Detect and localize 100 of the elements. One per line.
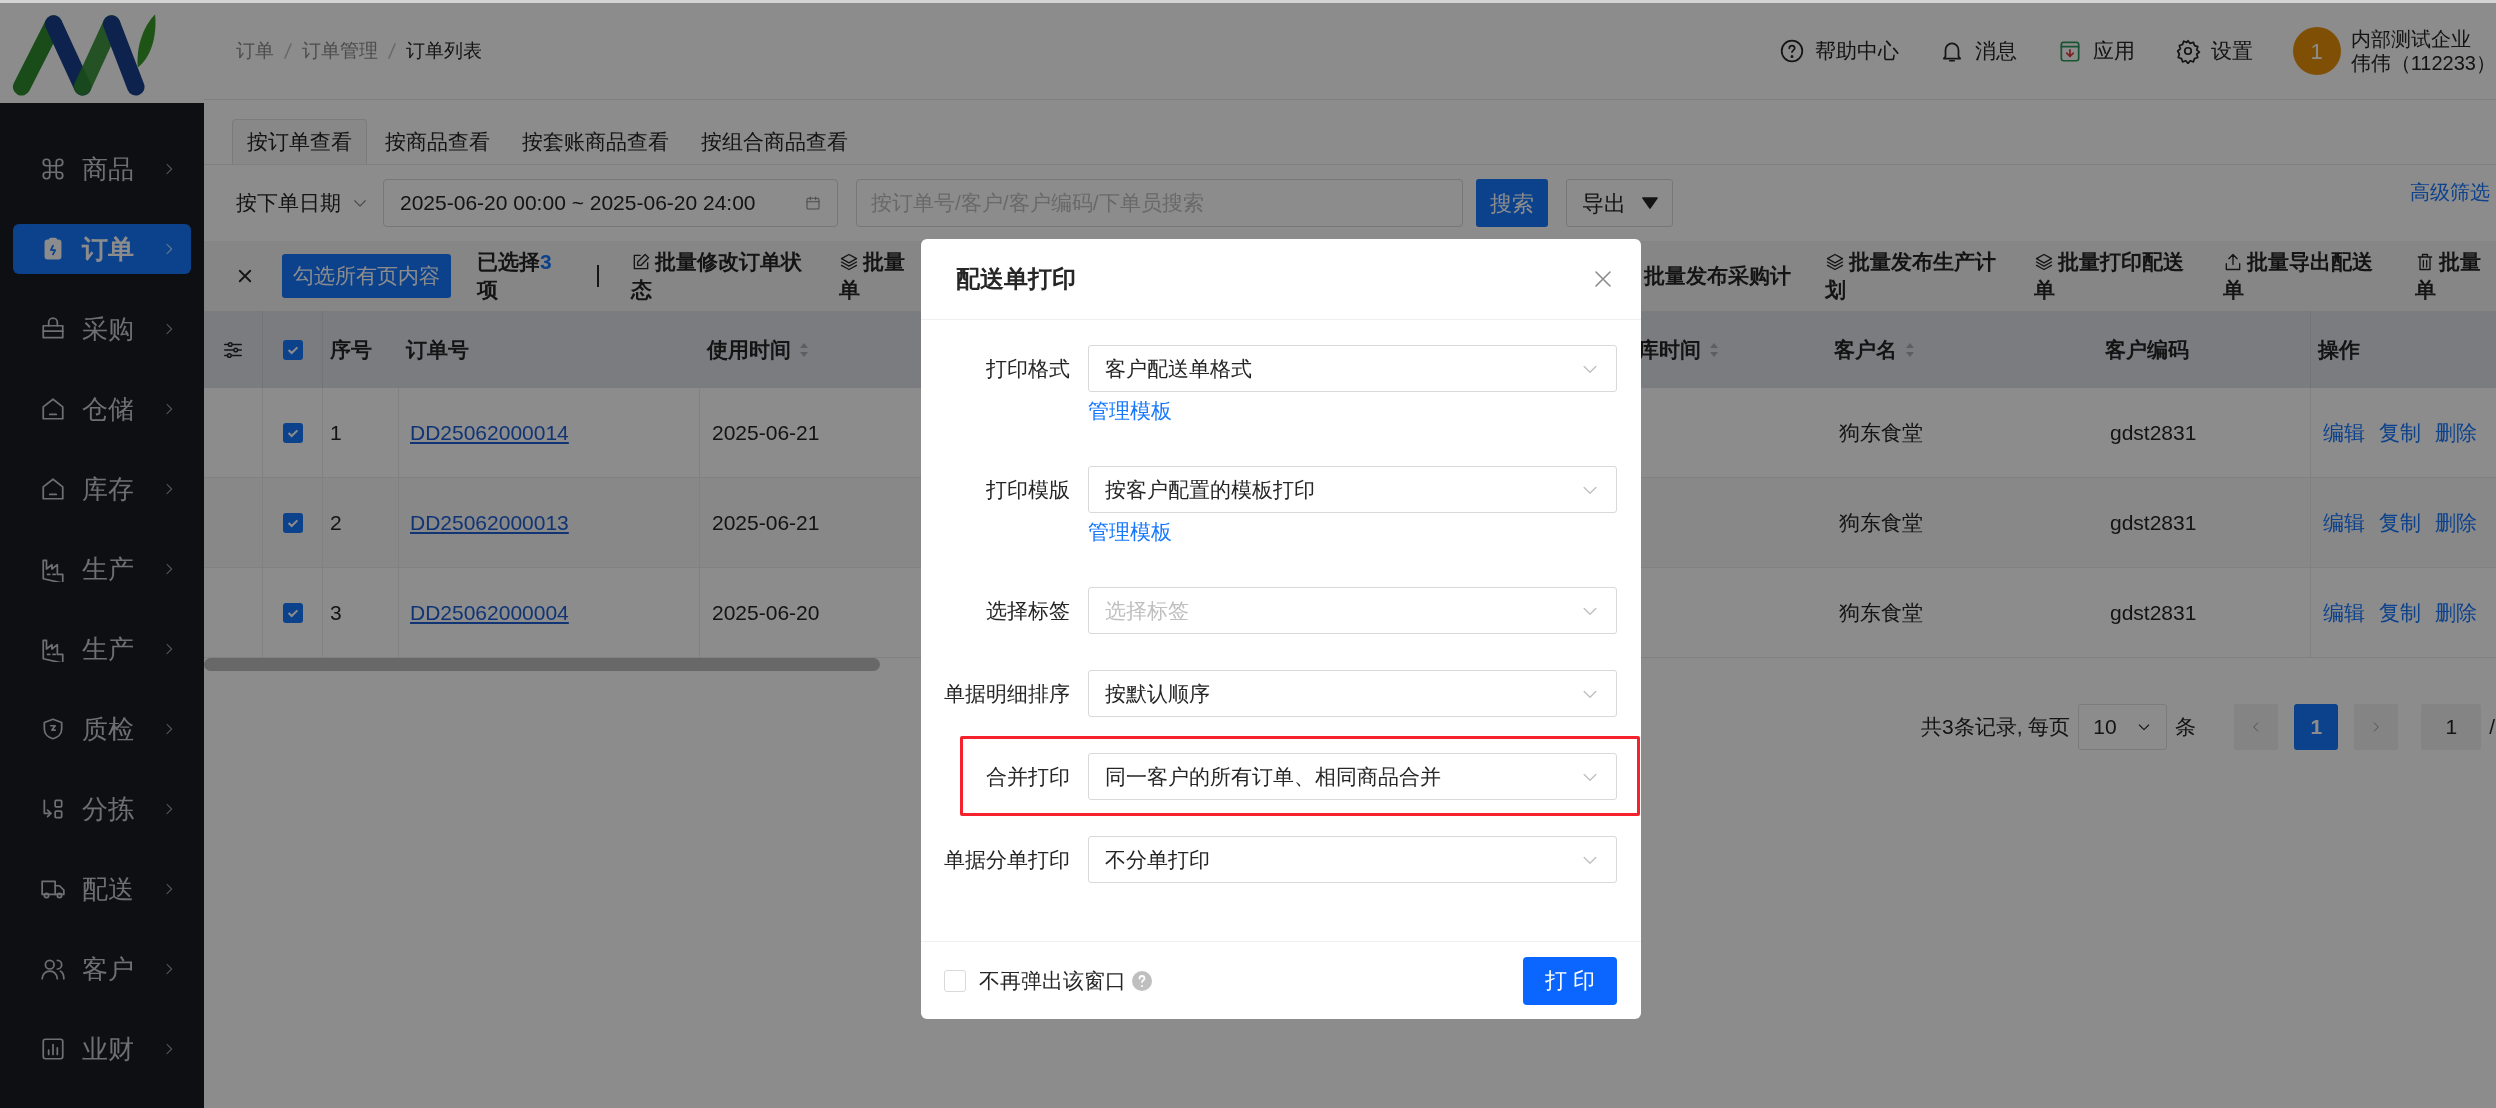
sidebar-item[interactable]: 客户 — [13, 944, 191, 994]
row-action-link[interactable]: 编辑 — [2323, 596, 2365, 629]
sidebar-item[interactable]: 分拣 — [13, 784, 191, 834]
help-icon — [1778, 38, 1805, 64]
breadcrumb-item[interactable]: 订单 — [236, 36, 274, 66]
table-cell-text: gdst2831 — [2110, 419, 2197, 446]
table-cell-text: gdst2831 — [2110, 509, 2197, 536]
select-field[interactable]: 客户配送单格式 — [1088, 345, 1617, 392]
batch-action-button[interactable]: 批量发布生产计划 — [1825, 248, 2005, 304]
select-all-checkbox[interactable] — [282, 339, 303, 360]
users-icon — [40, 956, 66, 982]
batch-action-button[interactable]: 批量打印配送单 — [2034, 248, 2204, 304]
column-header: 序号 — [330, 336, 372, 363]
select-all-pages-button[interactable]: 勾选所有页内容 — [282, 254, 451, 298]
layers-icon — [839, 252, 859, 272]
calendar-icon — [805, 195, 821, 211]
company-name: 内部测试企业 — [2350, 27, 2472, 51]
sidebar-item[interactable]: 库存 — [13, 464, 191, 514]
column-header[interactable]: 使用时间 — [707, 333, 791, 366]
order-number-link[interactable]: DD25062000004 — [410, 596, 569, 629]
table-cell-text: 2025-06-21 — [712, 419, 820, 446]
header-link[interactable]: 消息 — [1938, 35, 2017, 67]
select-field[interactable]: 同一客户的所有订单、相同商品合并 — [1088, 753, 1617, 800]
header-link[interactable]: 设置 — [2174, 35, 2253, 67]
date-type-dropdown[interactable]: 按下单日期 — [236, 187, 369, 219]
page-total-text: / — [2489, 714, 2496, 741]
page-size-dropdown[interactable]: 10 — [2078, 704, 2168, 750]
close-icon[interactable] — [236, 267, 254, 285]
table-cell-text: 2025-06-21 — [712, 509, 820, 536]
manage-template-link[interactable]: 管理模板 — [1088, 392, 1172, 430]
sidebar-item[interactable]: 仓储 — [13, 384, 191, 434]
page-button[interactable]: 1 — [2294, 704, 2339, 750]
view-tab[interactable]: 按订单查看 — [232, 119, 367, 164]
slash-separator-icon — [284, 43, 292, 59]
column-header[interactable]: 客户名 — [1834, 333, 1897, 366]
horizontal-scrollbar[interactable] — [204, 658, 880, 671]
upload-icon — [2223, 252, 2243, 272]
sidebar-item[interactable]: 采购 — [13, 304, 191, 354]
row-action-link[interactable]: 编辑 — [2323, 416, 2365, 449]
sidebar-item[interactable]: 生产 — [13, 544, 191, 594]
view-tab[interactable]: 按商品查看 — [371, 119, 504, 164]
edit-icon — [631, 252, 651, 272]
factory-icon — [40, 636, 66, 662]
table-cell-text: 3 — [330, 599, 342, 626]
row-checkbox[interactable] — [282, 512, 303, 533]
row-checkbox[interactable] — [282, 602, 303, 623]
row-action-link[interactable]: 复制 — [2379, 506, 2421, 539]
checkbox-label: 不再弹出该窗口 — [979, 967, 1126, 994]
table-cell-text: 狗东食堂 — [1839, 419, 1923, 446]
bar-chart-icon — [40, 1036, 66, 1062]
dont-show-checkbox[interactable] — [944, 969, 966, 992]
batch-action-button[interactable]: 批量导出配送单 — [2223, 248, 2393, 304]
view-tab[interactable]: 按组合商品查看 — [687, 119, 862, 164]
select-field[interactable]: 按客户配置的模板打印 — [1088, 466, 1617, 513]
search-button[interactable]: 搜索 — [1476, 179, 1548, 227]
row-action-link[interactable]: 删除 — [2435, 596, 2477, 629]
sorting-icon — [40, 796, 66, 822]
row-action-link[interactable]: 复制 — [2379, 416, 2421, 449]
row-action-link[interactable]: 删除 — [2435, 506, 2477, 539]
factory-icon — [40, 556, 66, 582]
batch-action-button[interactable]: 批量单 — [839, 248, 915, 304]
sidebar-item[interactable]: 订单 — [13, 224, 191, 274]
date-range-field[interactable]: 2025-06-20 00:00 ~ 2025-06-20 24:00 — [383, 179, 838, 227]
breadcrumb-item: 订单列表 — [406, 38, 482, 63]
page-jump-field[interactable]: 1 — [2421, 704, 2482, 750]
field-label: 单据分单打印 — [943, 847, 1070, 873]
sidebar-item[interactable]: 质检 — [13, 704, 191, 754]
house-icon — [40, 396, 66, 422]
sidebar-item[interactable]: 商品 — [13, 144, 191, 194]
batch-action-button[interactable]: 批量修改订单状态 — [631, 248, 813, 304]
view-tab[interactable]: 按套账商品查看 — [508, 119, 683, 164]
select-field[interactable]: 不分单打印 — [1088, 836, 1617, 883]
select-field[interactable]: 按默认顺序 — [1088, 670, 1617, 717]
order-number-link[interactable]: DD25062000014 — [410, 416, 569, 449]
sidebar-item[interactable]: 配送 — [13, 864, 191, 914]
advanced-filter-link[interactable]: 高级筛选 — [2410, 177, 2490, 207]
header-link[interactable]: 应用 — [2056, 35, 2135, 67]
breadcrumb-item[interactable]: 订单管理 — [302, 36, 378, 66]
row-action-link[interactable]: 删除 — [2435, 416, 2477, 449]
batch-action-button[interactable]: 批量发布采购计 — [1644, 262, 1804, 290]
batch-action-button[interactable]: 批量单 — [2415, 248, 2483, 304]
row-checkbox[interactable] — [282, 422, 303, 443]
sidebar-item[interactable]: 业财 — [13, 1024, 191, 1074]
trash-icon — [2415, 252, 2435, 272]
layers-icon — [1825, 252, 1845, 272]
print-button[interactable]: 打 印 — [1523, 956, 1617, 1005]
table-cell-text: gdst2831 — [2110, 599, 2197, 626]
row-action-link[interactable]: 编辑 — [2323, 506, 2365, 539]
pagination-summary: 共3条记录, 每页 — [1921, 714, 2071, 741]
caret-down-icon — [1641, 197, 1658, 209]
sidebar-item[interactable]: 生产 — [13, 624, 191, 674]
column-header: 订单号 — [406, 336, 469, 363]
export-dropdown[interactable]: 导出 — [1566, 179, 1673, 227]
row-action-link[interactable]: 复制 — [2379, 596, 2421, 629]
user-avatar[interactable]: 1 — [2292, 27, 2341, 75]
order-number-link[interactable]: DD25062000013 — [410, 506, 569, 539]
header-link[interactable]: 帮助中心 — [1778, 35, 1899, 67]
manage-template-link[interactable]: 管理模板 — [1088, 513, 1172, 551]
table-cell-text: 1 — [330, 419, 342, 446]
column-header: 操作 — [2318, 336, 2360, 363]
